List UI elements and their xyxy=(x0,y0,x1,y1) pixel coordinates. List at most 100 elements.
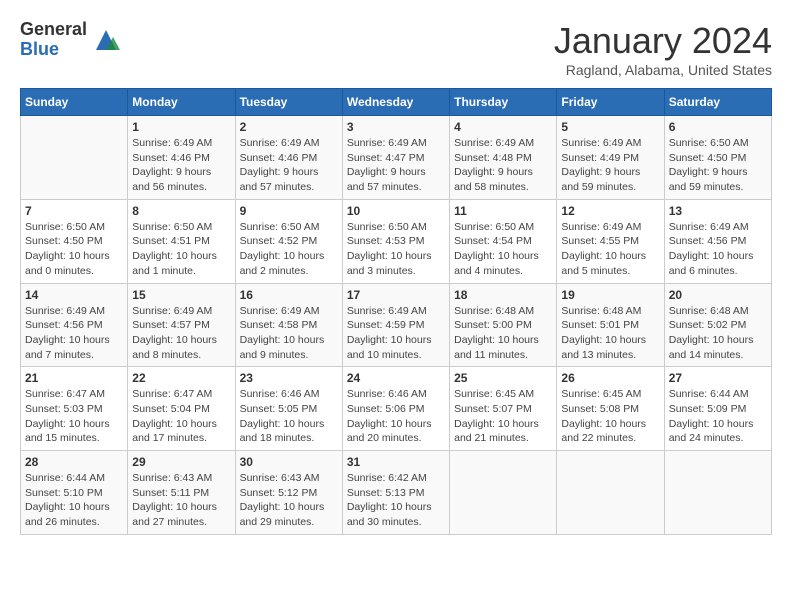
day-info: Sunrise: 6:44 AMSunset: 5:09 PMDaylight:… xyxy=(669,387,767,446)
day-number: 11 xyxy=(454,204,552,218)
day-info: Sunrise: 6:49 AMSunset: 4:55 PMDaylight:… xyxy=(561,220,659,279)
day-cell: 12Sunrise: 6:49 AMSunset: 4:55 PMDayligh… xyxy=(557,199,664,283)
col-header-tuesday: Tuesday xyxy=(235,89,342,116)
day-number: 17 xyxy=(347,288,445,302)
day-number: 23 xyxy=(240,371,338,385)
day-number: 24 xyxy=(347,371,445,385)
day-cell xyxy=(21,116,128,200)
day-cell: 14 Sunrise: 6:49 AMSunset: 4:56 PMDayligh… xyxy=(21,283,128,367)
day-cell: 1 Sunrise: 6:49 AMSunset: 4:46 PMDaylight… xyxy=(128,116,235,200)
day-number: 25 xyxy=(454,371,552,385)
day-cell: 31 Sunrise: 6:42 AMSunset: 5:13 PMDayligh… xyxy=(342,451,449,535)
day-number: 4 xyxy=(454,120,552,134)
day-number: 20 xyxy=(669,288,767,302)
day-number: 31 xyxy=(347,455,445,469)
day-info: Sunrise: 6:49 AMSunset: 4:49 PMDaylight:… xyxy=(561,136,659,195)
week-row-2: 7 Sunrise: 6:50 AMSunset: 4:50 PMDaylight… xyxy=(21,199,772,283)
day-number: 14 xyxy=(25,288,123,302)
day-info: Sunrise: 6:50 AMSunset: 4:54 PMDaylight:… xyxy=(454,220,552,279)
day-info: Sunrise: 6:43 AMSunset: 5:12 PMDaylight:… xyxy=(240,471,338,530)
day-cell: 3 Sunrise: 6:49 AMSunset: 4:47 PMDaylight… xyxy=(342,116,449,200)
day-number: 21 xyxy=(25,371,123,385)
day-number: 2 xyxy=(240,120,338,134)
day-info: Sunrise: 6:50 AMSunset: 4:53 PMDaylight:… xyxy=(347,220,445,279)
day-cell: 27 Sunrise: 6:44 AMSunset: 5:09 PMDayligh… xyxy=(664,367,771,451)
day-number: 7 xyxy=(25,204,123,218)
day-cell: 4 Sunrise: 6:49 AMSunset: 4:48 PMDaylight… xyxy=(450,116,557,200)
day-number: 13 xyxy=(669,204,767,218)
day-info: Sunrise: 6:50 AMSunset: 4:52 PMDaylight:… xyxy=(240,220,338,279)
day-cell xyxy=(664,451,771,535)
day-cell: 25 Sunrise: 6:45 AMSunset: 5:07 PMDayligh… xyxy=(450,367,557,451)
day-cell: 15Sunrise: 6:49 AMSunset: 4:57 PMDayligh… xyxy=(128,283,235,367)
day-cell: 17 Sunrise: 6:49 AMSunset: 4:59 PMDayligh… xyxy=(342,283,449,367)
day-number: 27 xyxy=(669,371,767,385)
day-cell: 20 Sunrise: 6:48 AMSunset: 5:02 PMDayligh… xyxy=(664,283,771,367)
week-row-5: 28 Sunrise: 6:44 AMSunset: 5:10 PMDayligh… xyxy=(21,451,772,535)
day-cell: 2 Sunrise: 6:49 AMSunset: 4:46 PMDaylight… xyxy=(235,116,342,200)
col-header-thursday: Thursday xyxy=(450,89,557,116)
day-info: Sunrise: 6:49 AMSunset: 4:48 PMDaylight:… xyxy=(454,136,552,195)
day-info: Sunrise: 6:48 AMSunset: 5:00 PMDaylight:… xyxy=(454,304,552,363)
day-number: 6 xyxy=(669,120,767,134)
day-cell xyxy=(557,451,664,535)
day-info: Sunrise: 6:48 AMSunset: 5:02 PMDaylight:… xyxy=(669,304,767,363)
day-info: Sunrise: 6:49 AMSunset: 4:59 PMDaylight:… xyxy=(347,304,445,363)
page-header: General Blue January 2024 Ragland, Alaba… xyxy=(20,20,772,78)
day-cell: 22Sunrise: 6:47 AMSunset: 5:04 PMDayligh… xyxy=(128,367,235,451)
day-info: Sunrise: 6:50 AMSunset: 4:50 PMDaylight:… xyxy=(25,220,123,279)
day-info: Sunrise: 6:46 AMSunset: 5:05 PMDaylight:… xyxy=(240,387,338,446)
title-block: January 2024 Ragland, Alabama, United St… xyxy=(554,20,772,78)
day-cell: 21 Sunrise: 6:47 AMSunset: 5:03 PMDayligh… xyxy=(21,367,128,451)
day-info: Sunrise: 6:49 AMSunset: 4:46 PMDaylight:… xyxy=(132,136,230,195)
day-info: Sunrise: 6:49 AMSunset: 4:46 PMDaylight:… xyxy=(240,136,338,195)
col-header-friday: Friday xyxy=(557,89,664,116)
week-row-3: 14 Sunrise: 6:49 AMSunset: 4:56 PMDayligh… xyxy=(21,283,772,367)
day-cell: 28 Sunrise: 6:44 AMSunset: 5:10 PMDayligh… xyxy=(21,451,128,535)
day-info: Sunrise: 6:42 AMSunset: 5:13 PMDaylight:… xyxy=(347,471,445,530)
day-number: 30 xyxy=(240,455,338,469)
day-number: 22 xyxy=(132,371,230,385)
day-info: Sunrise: 6:49 AMSunset: 4:56 PMDaylight:… xyxy=(669,220,767,279)
location-text: Ragland, Alabama, United States xyxy=(554,62,772,78)
day-info: Sunrise: 6:46 AMSunset: 5:06 PMDaylight:… xyxy=(347,387,445,446)
day-info: Sunrise: 6:49 AMSunset: 4:57 PMDaylight:… xyxy=(132,304,230,363)
day-number: 10 xyxy=(347,204,445,218)
day-number: 28 xyxy=(25,455,123,469)
day-number: 1 xyxy=(132,120,230,134)
day-info: Sunrise: 6:45 AMSunset: 5:07 PMDaylight:… xyxy=(454,387,552,446)
day-number: 5 xyxy=(561,120,659,134)
day-cell: 11 Sunrise: 6:50 AMSunset: 4:54 PMDayligh… xyxy=(450,199,557,283)
day-cell xyxy=(450,451,557,535)
day-number: 3 xyxy=(347,120,445,134)
col-header-wednesday: Wednesday xyxy=(342,89,449,116)
day-info: Sunrise: 6:49 AMSunset: 4:47 PMDaylight:… xyxy=(347,136,445,195)
day-cell: 13 Sunrise: 6:49 AMSunset: 4:56 PMDayligh… xyxy=(664,199,771,283)
day-number: 9 xyxy=(240,204,338,218)
logo-general-text: General xyxy=(20,20,87,40)
day-info: Sunrise: 6:50 AMSunset: 4:51 PMDaylight:… xyxy=(132,220,230,279)
day-number: 29 xyxy=(132,455,230,469)
day-number: 8 xyxy=(132,204,230,218)
day-cell: 23 Sunrise: 6:46 AMSunset: 5:05 PMDayligh… xyxy=(235,367,342,451)
day-info: Sunrise: 6:47 AMSunset: 5:03 PMDaylight:… xyxy=(25,387,123,446)
day-info: Sunrise: 6:49 AMSunset: 4:56 PMDaylight:… xyxy=(25,304,123,363)
day-cell: 6 Sunrise: 6:50 AMSunset: 4:50 PMDaylight… xyxy=(664,116,771,200)
month-title: January 2024 xyxy=(554,20,772,62)
col-header-monday: Monday xyxy=(128,89,235,116)
logo-blue-text: Blue xyxy=(20,40,87,60)
day-info: Sunrise: 6:50 AMSunset: 4:50 PMDaylight:… xyxy=(669,136,767,195)
logo-icon xyxy=(91,25,121,55)
day-cell: 8 Sunrise: 6:50 AMSunset: 4:51 PMDaylight… xyxy=(128,199,235,283)
day-info: Sunrise: 6:44 AMSunset: 5:10 PMDaylight:… xyxy=(25,471,123,530)
day-cell: 10 Sunrise: 6:50 AMSunset: 4:53 PMDayligh… xyxy=(342,199,449,283)
day-cell: 9 Sunrise: 6:50 AMSunset: 4:52 PMDaylight… xyxy=(235,199,342,283)
column-headers: SundayMondayTuesdayWednesdayThursdayFrid… xyxy=(21,89,772,116)
day-cell: 5 Sunrise: 6:49 AMSunset: 4:49 PMDaylight… xyxy=(557,116,664,200)
calendar-table: SundayMondayTuesdayWednesdayThursdayFrid… xyxy=(20,88,772,535)
day-info: Sunrise: 6:49 AMSunset: 4:58 PMDaylight:… xyxy=(240,304,338,363)
day-cell: 18Sunrise: 6:48 AMSunset: 5:00 PMDayligh… xyxy=(450,283,557,367)
day-cell: 24 Sunrise: 6:46 AMSunset: 5:06 PMDayligh… xyxy=(342,367,449,451)
day-number: 16 xyxy=(240,288,338,302)
col-header-saturday: Saturday xyxy=(664,89,771,116)
